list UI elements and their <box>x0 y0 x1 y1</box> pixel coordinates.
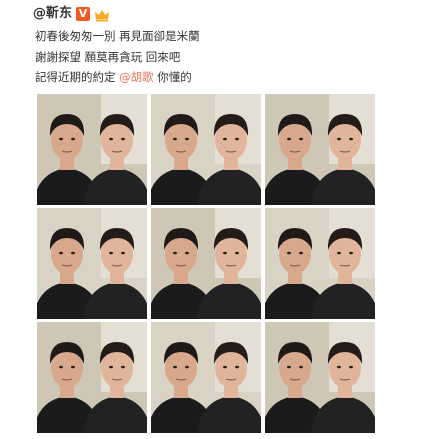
post-photo-thumbnail[interactable] <box>151 322 261 433</box>
photo-image <box>37 208 147 319</box>
photo-image <box>37 322 147 433</box>
photo-image <box>151 94 261 205</box>
post-text-line-3: 記得近期的約定 @胡歌 你懂的 <box>35 69 192 85</box>
username-link[interactable]: @靳东 <box>33 5 72 23</box>
weibo-post: @靳东 V 初春後匆匆一別 再見面卻是米蘭 謝謝探望 願莫再貪玩 回來吧 記得近… <box>0 0 441 439</box>
photo-image <box>151 208 261 319</box>
post-text-line-1: 初春後匆匆一別 再見面卻是米蘭 <box>35 29 200 43</box>
post-photo-thumbnail[interactable] <box>265 322 375 433</box>
verified-badge-icon[interactable]: V <box>76 7 91 21</box>
vip-member-icon[interactable] <box>94 7 110 22</box>
photo-image <box>265 94 375 205</box>
post-text-segment: 記得近期的約定 <box>35 70 120 84</box>
post-text-segment: 你懂的 <box>153 70 192 84</box>
post-header: @靳东 V <box>33 5 110 23</box>
post-photo-thumbnail[interactable] <box>151 208 261 319</box>
photo-grid <box>37 94 375 439</box>
photo-image <box>151 322 261 433</box>
post-photo-thumbnail[interactable] <box>265 94 375 205</box>
post-photo-thumbnail[interactable] <box>265 208 375 319</box>
post-photo-thumbnail[interactable] <box>37 208 147 319</box>
post-photo-thumbnail[interactable] <box>151 94 261 205</box>
post-text-line-2: 謝謝探望 願莫再貪玩 回來吧 <box>35 50 181 64</box>
post-photo-thumbnail[interactable] <box>37 322 147 433</box>
photo-image <box>37 94 147 205</box>
mention-link[interactable]: @胡歌 <box>119 70 154 84</box>
post-photo-thumbnail[interactable] <box>37 94 147 205</box>
photo-image <box>265 322 375 433</box>
photo-image <box>265 208 375 319</box>
